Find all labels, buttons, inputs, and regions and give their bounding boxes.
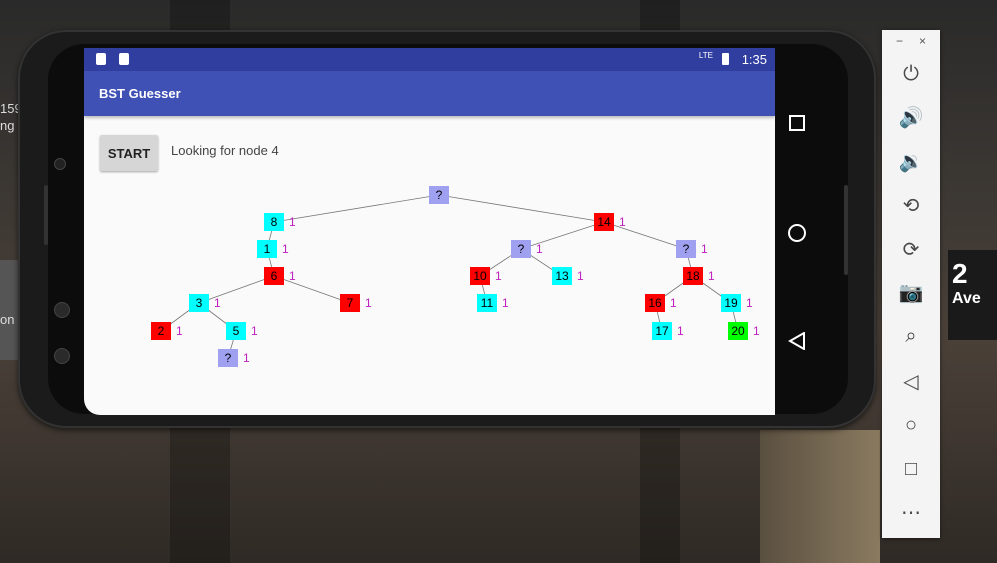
node-visit-count: 1 <box>282 242 289 256</box>
tree-edge <box>273 194 440 223</box>
app-screen: LTE 1:35 BST Guesser START Looking for n… <box>84 48 775 415</box>
tree-edge <box>603 221 687 250</box>
circle-icon[interactable] <box>788 224 806 242</box>
sign-street: Ave <box>952 290 981 307</box>
tree-node-n1[interactable]: 1 <box>257 240 277 258</box>
background-text: ng <box>0 118 15 133</box>
square-icon[interactable] <box>789 115 805 131</box>
tree-node-n17[interactable]: 17 <box>652 322 672 340</box>
tree-node-n5[interactable]: 5 <box>226 322 246 340</box>
background-text: on <box>0 312 15 327</box>
zoom-icon[interactable]: ⌕ <box>882 316 940 356</box>
tree-edge <box>520 221 605 250</box>
node-visit-count: 1 <box>677 324 684 338</box>
sensor-dot <box>54 348 70 364</box>
triangle-back-icon[interactable] <box>788 332 806 350</box>
tree-node-n19[interactable]: 19 <box>721 294 741 312</box>
sensor-dot <box>54 302 70 318</box>
home-icon[interactable]: ○ <box>882 405 940 445</box>
node-visit-count: 1 <box>746 296 753 310</box>
volume-down-icon[interactable]: 🔉 <box>882 141 940 181</box>
speaker-grille <box>44 185 48 245</box>
node-visit-count: 1 <box>495 269 502 283</box>
back-icon[interactable]: ◁ <box>882 361 940 401</box>
node-visit-count: 1 <box>708 269 715 283</box>
node-visit-count: 1 <box>753 324 760 338</box>
rotate-right-icon[interactable]: ⟳ <box>882 229 940 269</box>
tree-node-n7[interactable]: 7 <box>340 294 360 312</box>
minimize-icon[interactable]: − <box>896 34 903 48</box>
tree-edges <box>160 194 739 359</box>
node-visit-count: 1 <box>619 215 626 229</box>
tree-node-n14[interactable]: 14 <box>594 213 614 231</box>
volume-up-icon[interactable]: 🔊 <box>882 97 940 137</box>
background-panel <box>0 260 20 360</box>
node-visit-count: 1 <box>176 324 183 338</box>
platform-edge <box>760 430 880 563</box>
tree-node-ql[interactable]: ? <box>511 240 531 258</box>
station-sign: 2 Ave <box>948 250 997 340</box>
tree-node-n11[interactable]: 11 <box>477 294 497 312</box>
node-visit-count: 1 <box>289 269 296 283</box>
tree-edge <box>438 194 605 223</box>
tree-node-n8[interactable]: 8 <box>264 213 284 231</box>
power-icon[interactable]: ⏻ <box>882 54 940 94</box>
node-visit-count: 1 <box>502 296 509 310</box>
node-visit-count: 1 <box>701 242 708 256</box>
tree-node-n13[interactable]: 13 <box>552 267 572 285</box>
tree-edge <box>198 275 275 304</box>
tree-node-n16[interactable]: 16 <box>645 294 665 312</box>
overview-icon[interactable]: □ <box>882 449 940 489</box>
node-visit-count: 1 <box>577 269 584 283</box>
tree-node-qr[interactable]: ? <box>676 240 696 258</box>
node-visit-count: 1 <box>243 351 250 365</box>
tree-node-n6[interactable]: 6 <box>264 267 284 285</box>
tree-node-n2[interactable]: 2 <box>151 322 171 340</box>
tree-node-q4[interactable]: ? <box>218 349 238 367</box>
tree-node-n18[interactable]: 18 <box>683 267 703 285</box>
tree-node-n3[interactable]: 3 <box>189 294 209 312</box>
tree-node-root[interactable]: ? <box>429 186 449 204</box>
node-visit-count: 1 <box>289 215 296 229</box>
camera-icon[interactable]: 📷 <box>882 272 940 312</box>
emulator-toolbar: − × ⏻ 🔊 🔉 ⟲ ⟳ 📷 ⌕ ◁ ○ □ ⋯ <box>882 30 940 538</box>
node-visit-count: 1 <box>365 296 372 310</box>
node-visit-count: 1 <box>670 296 677 310</box>
rotate-left-icon[interactable]: ⟲ <box>882 185 940 225</box>
node-visit-count: 1 <box>251 324 258 338</box>
tree-edge <box>273 275 351 304</box>
close-icon[interactable]: × <box>919 34 926 48</box>
node-visit-count: 1 <box>214 296 221 310</box>
node-visit-count: 1 <box>536 242 543 256</box>
speaker-grille <box>844 185 848 275</box>
tree-node-n20[interactable]: 20 <box>728 322 748 340</box>
more-icon[interactable]: ⋯ <box>882 492 940 532</box>
sign-number: 2 <box>952 258 968 289</box>
camera-dot <box>54 158 66 170</box>
tree-node-n10[interactable]: 10 <box>470 267 490 285</box>
